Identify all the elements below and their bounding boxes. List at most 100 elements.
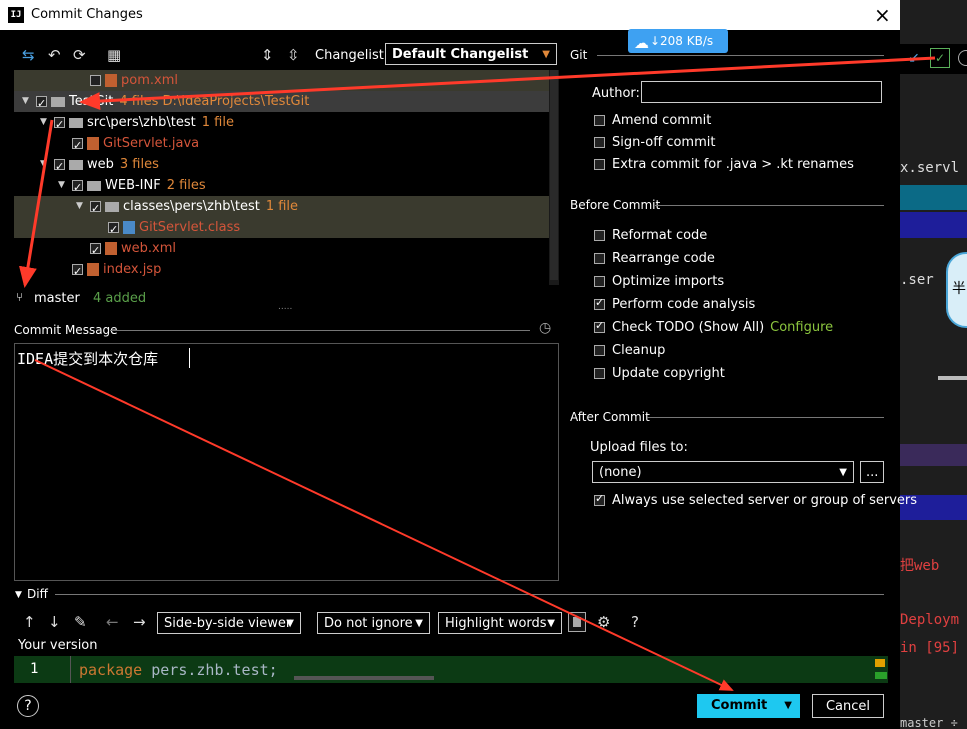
ide-code-line: x.servl xyxy=(900,160,960,176)
cancel-button[interactable]: Cancel xyxy=(812,694,884,718)
tree-item-label: GitServlet.java xyxy=(103,136,200,151)
file-checkbox[interactable] xyxy=(90,75,101,86)
before-commit-title: Before Commit xyxy=(570,198,661,212)
upload-server-select[interactable]: (none) ▼ xyxy=(592,461,854,483)
option-checkbox-row[interactable]: Optimize imports xyxy=(594,274,724,289)
always-use-server-checkbox[interactable]: Always use selected server or group of s… xyxy=(594,492,917,508)
help-button[interactable]: ? xyxy=(17,695,39,717)
expand-arrow-icon[interactable]: ▼ xyxy=(58,175,72,196)
arrow-left-icon[interactable]: ← xyxy=(106,613,119,631)
checkbox[interactable] xyxy=(594,319,605,333)
expand-arrow-icon[interactable]: ▼ xyxy=(76,196,90,217)
folder-icon xyxy=(51,96,65,107)
checkbox[interactable] xyxy=(594,253,605,264)
check-icon[interactable]: ✓ xyxy=(930,48,950,68)
splitter-handle[interactable]: ..... xyxy=(278,302,292,312)
option-checkbox-row[interactable]: Cleanup xyxy=(594,343,665,358)
jsp-file-icon xyxy=(87,263,99,276)
option-checkbox-row[interactable]: Reformat code xyxy=(594,228,707,243)
option-checkbox-row[interactable]: Check TODO (Show All) Configure xyxy=(594,319,833,335)
tree-row[interactable]: ▼ src\pers\zhb\test 1 file xyxy=(14,112,549,135)
tree-row[interactable]: web.xml xyxy=(14,238,549,261)
tree-row[interactable]: ▼ TestGit 4 files D:\IdeaProjects\TestGit xyxy=(14,91,549,114)
expand-arrow-icon[interactable]: ▼ xyxy=(22,91,36,112)
file-checkbox[interactable] xyxy=(108,219,119,240)
clock-icon[interactable]: ◷ xyxy=(539,320,551,336)
option-checkbox-row[interactable]: Amend commit xyxy=(594,113,711,128)
file-checkbox[interactable] xyxy=(72,135,83,156)
group-by-icon[interactable]: ▦ xyxy=(107,46,121,64)
file-checkbox[interactable] xyxy=(72,261,83,282)
arrow-right-icon[interactable]: → xyxy=(133,613,146,631)
diff-help-icon[interactable]: ? xyxy=(631,613,639,631)
checkbox[interactable] xyxy=(594,230,605,241)
changelist-select[interactable]: Default Changelist ▼ xyxy=(385,43,557,65)
arrow-up-icon[interactable]: ↑ xyxy=(23,613,36,631)
option-checkbox-row[interactable]: Perform code analysis xyxy=(594,296,755,312)
tree-row[interactable]: index.jsp xyxy=(14,259,549,282)
tree-scrollbar[interactable] xyxy=(549,70,559,285)
file-checkbox[interactable] xyxy=(36,93,47,114)
viewer-select[interactable]: Side-by-side viewer ▼ xyxy=(157,612,301,634)
browse-button[interactable]: ... xyxy=(860,461,884,483)
tree-row[interactable]: GitServlet.class xyxy=(14,217,549,240)
option-checkbox-row[interactable]: Extra commit for .java > .kt renames xyxy=(594,157,854,172)
edit-icon[interactable]: ✎ xyxy=(74,613,87,631)
commit-message-input[interactable]: IDEA提交到本次仓库 xyxy=(14,343,559,581)
highlight-select[interactable]: Highlight words ▼ xyxy=(438,612,562,634)
ignore-value: Do not ignore xyxy=(324,616,413,631)
checkbox[interactable] xyxy=(594,115,605,126)
arrow-down-left-icon[interactable]: ↙ xyxy=(908,50,920,66)
arrow-down-icon[interactable]: ↓ xyxy=(48,613,61,631)
undo-icon[interactable]: ↶ xyxy=(48,46,61,64)
tree-row[interactable]: ▼ web 3 files xyxy=(14,154,549,177)
tree-row[interactable]: ▼ classes\pers\zhb\test 1 file xyxy=(14,196,549,219)
file-checkbox[interactable] xyxy=(54,156,65,177)
close-icon[interactable]: × xyxy=(874,3,891,27)
file-checkbox[interactable] xyxy=(90,240,101,261)
ignore-select[interactable]: Do not ignore ▼ xyxy=(317,612,430,634)
tree-row[interactable]: GitServlet.java xyxy=(14,133,549,156)
commit-message-label: Commit Message xyxy=(14,323,118,337)
option-label: Sign-off commit xyxy=(612,135,716,150)
chevron-down-icon: ▼ xyxy=(286,618,294,629)
git-section-title: Git xyxy=(570,48,588,62)
expand-all-icon[interactable]: ⇕ xyxy=(261,46,274,64)
commit-dialog: IJ Commit Changes × ⇆ ↶ ⟳ ▦ ⇕ ⇳ Changeli… xyxy=(0,0,917,729)
option-label: Optimize imports xyxy=(612,274,725,289)
checkbox[interactable] xyxy=(594,159,605,170)
checkbox[interactable] xyxy=(594,276,605,287)
expand-arrow-icon[interactable]: ▼ xyxy=(40,112,54,133)
checkbox[interactable] xyxy=(594,296,605,310)
option-checkbox-row[interactable]: Rearrange code xyxy=(594,251,715,266)
author-input[interactable] xyxy=(641,81,882,103)
sync-scroll-icon[interactable] xyxy=(568,612,586,632)
tree-row[interactable]: pom.xml xyxy=(14,70,549,91)
chevron-down-icon: ▼ xyxy=(542,49,550,60)
configure-link[interactable]: Configure xyxy=(770,320,833,335)
collapse-all-icon[interactable]: ⇳ xyxy=(287,46,300,64)
expand-arrow-icon[interactable]: ▼ xyxy=(40,154,54,175)
option-checkbox-row[interactable]: Sign-off commit xyxy=(594,135,715,150)
gear-icon[interactable]: ⚙ xyxy=(597,613,610,631)
option-label: Update copyright xyxy=(612,366,725,381)
tree-row[interactable]: ▼ WEB-INF 2 files xyxy=(14,175,549,198)
file-checkbox[interactable] xyxy=(72,177,83,198)
checkbox[interactable] xyxy=(594,137,605,148)
checkbox[interactable] xyxy=(594,368,605,379)
file-checkbox[interactable] xyxy=(54,114,65,135)
checkbox[interactable] xyxy=(594,492,605,506)
refresh-icon[interactable]: ⟳ xyxy=(73,46,86,64)
diff-arrows-icon[interactable]: ⇆ xyxy=(22,46,35,64)
chevron-down-icon[interactable]: ▼ xyxy=(784,694,792,718)
diff-collapse-icon[interactable]: ▼ xyxy=(15,590,22,600)
changes-tree[interactable]: pom.xml ▼ TestGit 4 files D:\IdeaProjects\T… xyxy=(14,70,559,285)
tree-item-label: TestGit xyxy=(69,94,114,109)
commit-button[interactable]: Commit ▼ xyxy=(697,694,800,718)
file-checkbox[interactable] xyxy=(90,198,101,219)
xml-file-icon xyxy=(105,242,117,255)
checkbox[interactable] xyxy=(594,345,605,356)
commit-message-text: IDEA提交到本次仓库 xyxy=(17,350,159,368)
option-checkbox-row[interactable]: Update copyright xyxy=(594,366,725,381)
circle-icon[interactable] xyxy=(958,50,967,66)
